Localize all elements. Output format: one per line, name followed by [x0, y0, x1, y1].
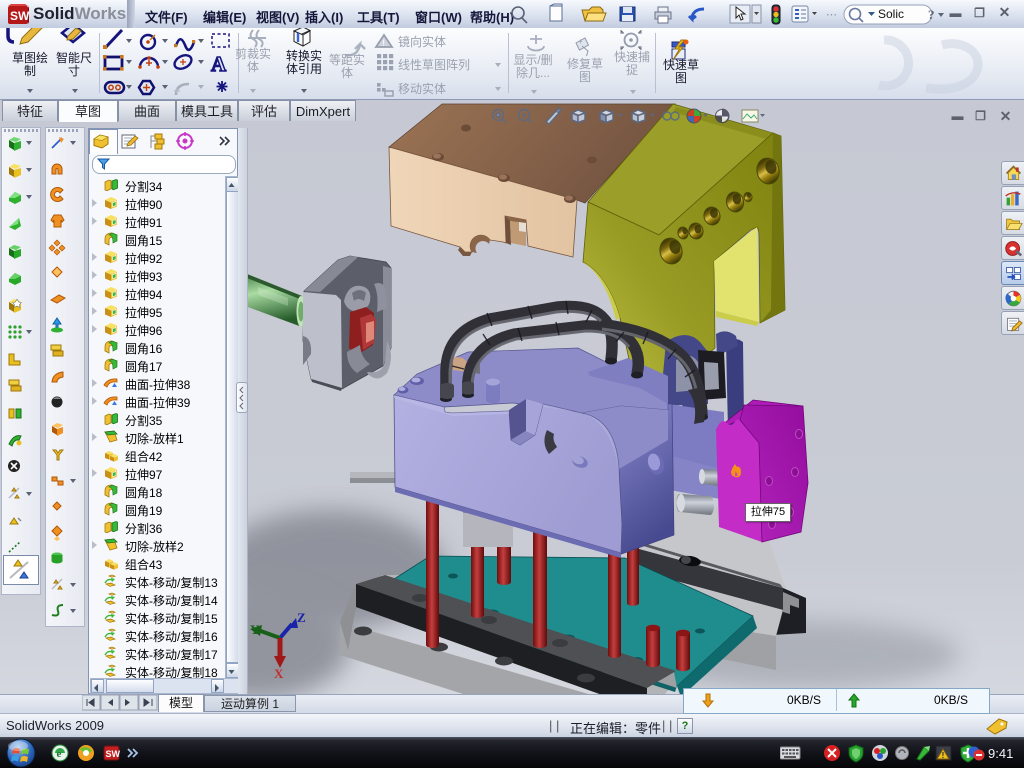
svg-text:A: A: [211, 52, 227, 76]
svg-text:SW: SW: [10, 9, 29, 23]
svg-text:X: X: [274, 666, 284, 681]
svg-text:Solic: Solic: [878, 7, 904, 21]
svg-text:?: ?: [928, 7, 935, 22]
svg-text:Y: Y: [250, 622, 260, 637]
svg-text:!: !: [942, 751, 945, 760]
svg-text:Z: Z: [297, 610, 306, 625]
svg-text:⋯: ⋯: [826, 9, 837, 21]
svg-text:e: e: [57, 748, 62, 760]
svg-text:+: +: [578, 37, 583, 46]
svg-text:!: !: [382, 38, 385, 48]
svg-text:SW: SW: [106, 749, 121, 759]
